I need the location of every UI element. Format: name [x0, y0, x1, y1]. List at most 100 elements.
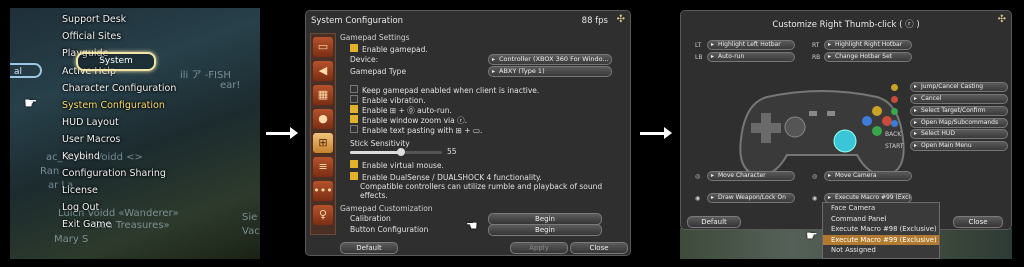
checkbox-icon [350, 160, 358, 168]
close-button[interactable]: Close [570, 242, 628, 254]
draw-weapon-select[interactable]: Draw Weapon/Lock On [707, 193, 795, 203]
move-character-select[interactable]: Move Character [707, 171, 795, 181]
vibration-checkbox[interactable]: Enable vibration. [350, 95, 426, 105]
log-settings-icon[interactable]: ≡ [313, 157, 333, 177]
character-settings-icon[interactable]: ♀ [313, 205, 333, 225]
rb-label: RB [812, 54, 821, 61]
option-label: Enable window zoom via ⓡ. [362, 116, 467, 125]
a-button-icon [891, 108, 898, 115]
apply-button[interactable]: Apply [510, 242, 568, 254]
assignment-dropdown-list: Face Camera Command Panel Execute Macro … [822, 202, 940, 259]
y-assign-select[interactable]: Jump/Cancel Casting [910, 82, 1008, 92]
dropdown-option[interactable]: Face Camera [823, 203, 939, 214]
category-sidebar: ▭ ◀ ▦ ● ⊞ ≡ ••• ♀ [310, 33, 336, 235]
option-label: Enable text pasting with ⊞ + ▭. [362, 126, 483, 135]
dropdown-option-selected[interactable]: Execute Macro #99 (Exclusive) [823, 234, 939, 245]
close-button[interactable]: Close [953, 216, 1003, 228]
close-x-icon[interactable]: ✣ [998, 14, 1006, 25]
keep-gamepad-checkbox[interactable]: Keep gamepad enabled when client is inac… [350, 85, 539, 95]
x-button-icon [891, 120, 898, 127]
lt-assign-select[interactable]: Highlight Left Hotbar [707, 40, 795, 50]
right-stick-icon: ◎ [812, 173, 818, 180]
checkbox-icon [350, 172, 358, 180]
customize-thumb-click-window: Customize Right Thumb-click ( ⓡ ) ✣ LT H… [680, 10, 1012, 230]
menu-item-system-configuration[interactable]: System Configuration [62, 100, 165, 111]
checkbox-icon [350, 85, 358, 93]
menu-item-character-configuration[interactable]: Character Configuration [62, 83, 176, 94]
close-x-icon[interactable]: ✣ [617, 14, 625, 25]
game-main-menu-panel: ili ア -FISH ear! ac_ Luicn Voidd <> Ran … [10, 8, 260, 259]
lt-label: LT [695, 42, 702, 49]
hand-cursor-icon: ☚ [466, 219, 478, 234]
arrow-icon [640, 127, 672, 139]
slider-knob[interactable] [396, 148, 405, 156]
gamepad-type-select[interactable]: ABXY (Type 1) [488, 66, 612, 77]
rb-assign-select[interactable]: Change Hotbar Set [824, 52, 912, 62]
start-assign-select[interactable]: Open Main Menu [910, 141, 1008, 151]
stick-sensitivity-label: Stick Sensitivity [350, 139, 410, 148]
dualsense-checkbox[interactable]: Enable DualSense / DUALSHOCK 4 functiona… [350, 172, 542, 182]
lb-assign-select[interactable]: Auto-run [707, 52, 795, 62]
left-category-pill[interactable]: al [10, 63, 42, 78]
back-assign-select[interactable]: Select HUD [910, 129, 1008, 139]
a-assign-select[interactable]: Select Target/Confirm [910, 106, 1008, 116]
gamepad-icon [739, 90, 905, 177]
dropdown-option[interactable]: Command Panel [823, 214, 939, 225]
checkbox-icon [350, 105, 358, 113]
b-assign-select[interactable]: Cancel [910, 94, 1008, 104]
menu-item-license[interactable]: License [62, 185, 98, 196]
menu-item-hud-layout[interactable]: HUD Layout [62, 117, 119, 128]
dropdown-option[interactable]: Not Assigned [823, 245, 939, 256]
option-label: Enable vibration. [362, 96, 426, 105]
menu-item-keybind[interactable]: Keybind [62, 151, 100, 162]
bg-text: ili ア -FISH [180, 70, 231, 81]
dualsense-note: Compatible controllers can utilize rumbl… [360, 182, 603, 200]
default-button[interactable]: Default [340, 242, 398, 254]
option-label: Keep gamepad enabled when client is inac… [362, 86, 540, 95]
b-button-icon [891, 96, 898, 103]
device-select[interactable]: Controller (XBOX 360 For Windo... [488, 54, 612, 65]
system-category-button[interactable]: System [76, 52, 156, 71]
gamepad-type-label: Gamepad Type [350, 67, 407, 76]
menu-item-exit-game[interactable]: Exit Game [62, 219, 111, 230]
bg-text: Vac [242, 226, 260, 237]
chat-settings-icon[interactable]: ••• [313, 181, 333, 201]
checkbox-icon [350, 115, 358, 123]
display-settings-icon[interactable]: ▭ [313, 37, 333, 57]
rt-assign-select[interactable]: Highlight Right Hotbar [824, 40, 912, 50]
left-stick-icon: ◎ [695, 173, 701, 180]
button-config-begin-button[interactable]: Begin [488, 224, 602, 236]
menu-item-log-out[interactable]: Log Out [62, 202, 99, 213]
enable-gamepad-label: Enable gamepad. [362, 45, 428, 54]
menu-item-configuration-sharing[interactable]: Configuration Sharing [62, 168, 166, 179]
y-button-icon [891, 84, 898, 91]
enable-gamepad-checkbox[interactable]: Enable gamepad. [350, 44, 428, 54]
mouse-settings-icon[interactable]: ● [313, 109, 333, 129]
stick-sensitivity-slider[interactable] [350, 148, 442, 156]
checkbox-icon [350, 95, 358, 103]
virtual-mouse-checkbox[interactable]: Enable virtual mouse. [350, 160, 444, 170]
default-button[interactable]: Default [687, 216, 741, 228]
window-title: Customize Right Thumb-click ( ⓡ ) [772, 20, 920, 30]
window-title: System Configuration [311, 16, 404, 26]
x-assign-select[interactable]: Open Map/Subcommands [910, 118, 1008, 128]
right-thumb-icon: ◉ [812, 195, 818, 202]
hand-cursor-icon: ☛ [24, 94, 38, 112]
option-label: Enable virtual mouse. [362, 161, 444, 170]
bg-text: Sie [242, 212, 258, 223]
menu-item-user-macros[interactable]: User Macros [62, 134, 120, 145]
fps-counter: 88 fps [581, 16, 608, 26]
system-configuration-window: System Configuration 88 fps ✣ ▭ ◀ ▦ ● ⊞ … [305, 10, 631, 256]
menu-item-official-sites[interactable]: Official Sites [62, 31, 121, 42]
other-settings-icon[interactable]: ▦ [313, 85, 333, 105]
move-camera-select[interactable]: Move Camera [824, 171, 912, 181]
sound-settings-icon[interactable]: ◀ [313, 61, 333, 81]
calibration-label: Calibration [350, 214, 391, 223]
hand-cursor-icon: ☛ [806, 229, 818, 244]
arrow-icon [266, 127, 298, 139]
menu-item-support-desk[interactable]: Support Desk [62, 14, 126, 25]
dropdown-option[interactable]: Execute Macro #98 (Exclusive) [823, 224, 939, 235]
gamepad-settings-icon[interactable]: ⊞ [313, 133, 333, 153]
bg-text: Mary S [54, 234, 89, 245]
text-pasting-checkbox[interactable]: Enable text pasting with ⊞ + ▭. [350, 125, 482, 135]
